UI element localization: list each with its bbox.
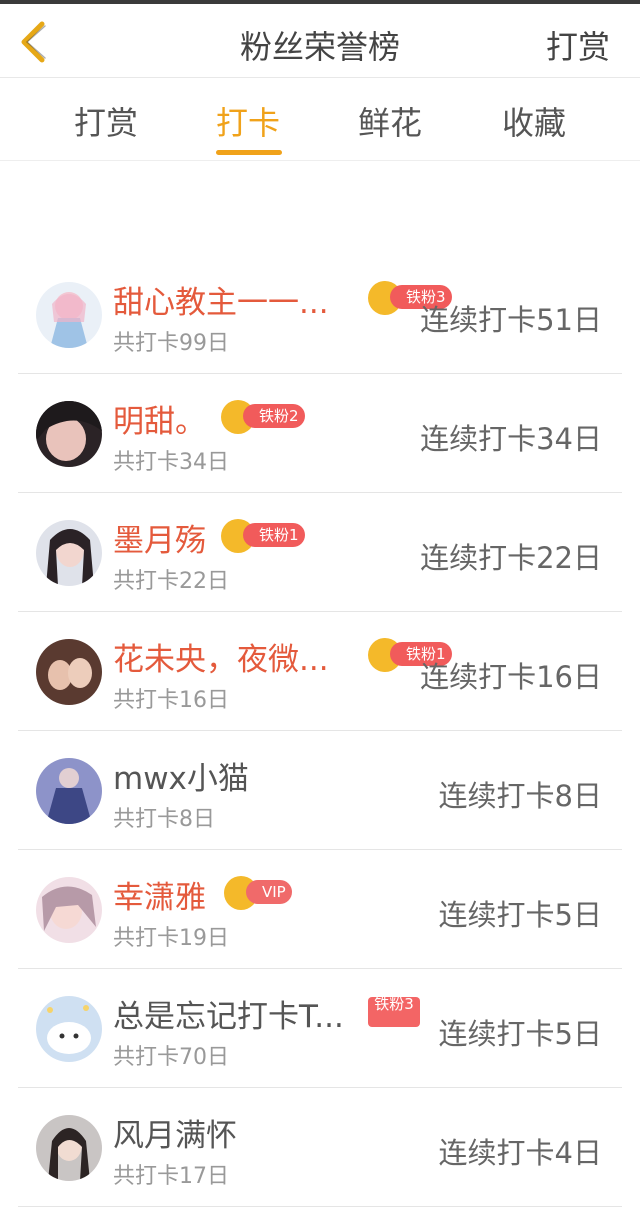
streak-count: 连续打卡8日 [438, 779, 602, 813]
avatar [36, 520, 102, 586]
avatar [36, 996, 102, 1062]
tab-flowers[interactable]: 鲜花 [340, 98, 440, 144]
list-item[interactable]: mwx小猫 共打卡8日 连续打卡8日 [18, 731, 622, 850]
top-bar: 粉丝荣誉榜 打赏 [0, 0, 640, 78]
user-name: 墨月殇 [113, 523, 206, 559]
list-item[interactable]: 明甜。 铁粉2 共打卡34日 连续打卡34日 [18, 374, 622, 493]
user-name: 风月满怀 [113, 1118, 237, 1154]
total-checkin: 共打卡8日 [113, 807, 215, 832]
list-item[interactable]: 花未央，夜微... 铁粉1 共打卡16日 连续打卡16日 [18, 612, 622, 731]
active-tab-indicator [216, 150, 282, 155]
page-title: 粉丝荣誉榜 [239, 28, 400, 66]
streak-count: 连续打卡16日 [420, 660, 602, 694]
avatar [36, 877, 102, 943]
user-name: 总是忘记打卡T... [113, 999, 344, 1035]
fan-ranking-list: 甜心教主一一... 铁粉3 共打卡99日 连续打卡51日 明甜。 铁粉2 共打卡… [18, 255, 622, 1207]
total-checkin: 共打卡99日 [113, 331, 229, 356]
user-name: 花未央，夜微... [113, 642, 329, 678]
streak-count: 连续打卡4日 [438, 1136, 602, 1170]
avatar [36, 758, 102, 824]
total-checkin: 共打卡22日 [113, 569, 229, 594]
tab-favorites[interactable]: 收藏 [484, 98, 584, 144]
total-checkin: 共打卡19日 [113, 926, 229, 951]
avatar [36, 282, 102, 348]
list-item[interactable]: 甜心教主一一... 铁粉3 共打卡99日 连续打卡51日 [18, 255, 622, 374]
total-checkin: 共打卡16日 [113, 688, 229, 713]
streak-count: 连续打卡51日 [420, 303, 602, 337]
user-name: mwx小猫 [113, 761, 249, 797]
total-checkin: 共打卡17日 [113, 1164, 229, 1189]
streak-count: 连续打卡34日 [420, 422, 602, 456]
user-name: 甜心教主一一... [113, 285, 329, 321]
user-name: 明甜。 [113, 404, 206, 440]
streak-count: 连续打卡5日 [438, 1017, 602, 1051]
total-checkin: 共打卡70日 [113, 1045, 229, 1070]
avatar [36, 1115, 102, 1181]
user-name: 幸潇雅 [113, 880, 206, 916]
list-item[interactable]: 墨月殇 铁粉1 共打卡22日 连续打卡22日 [18, 493, 622, 612]
reward-button[interactable]: 打赏 [546, 22, 610, 68]
streak-count: 连续打卡22日 [420, 541, 602, 575]
list-item[interactable]: 幸潇雅 VIP 共打卡19日 连续打卡5日 [18, 850, 622, 969]
list-item[interactable]: 风月满怀 共打卡17日 连续打卡4日 [18, 1088, 622, 1207]
tab-checkin[interactable]: 打卡 [198, 98, 298, 144]
fan-level-badge: 铁粉3 [368, 997, 420, 1027]
streak-count: 连续打卡5日 [438, 898, 602, 932]
avatar [36, 401, 102, 467]
total-checkin: 共打卡34日 [113, 450, 229, 475]
avatar [36, 639, 102, 705]
tab-reward[interactable]: 打赏 [56, 98, 156, 144]
list-item[interactable]: 总是忘记打卡T... 铁粉3 共打卡70日 连续打卡5日 [18, 969, 622, 1088]
tab-bar: 打赏 打卡 鲜花 收藏 [0, 78, 640, 161]
